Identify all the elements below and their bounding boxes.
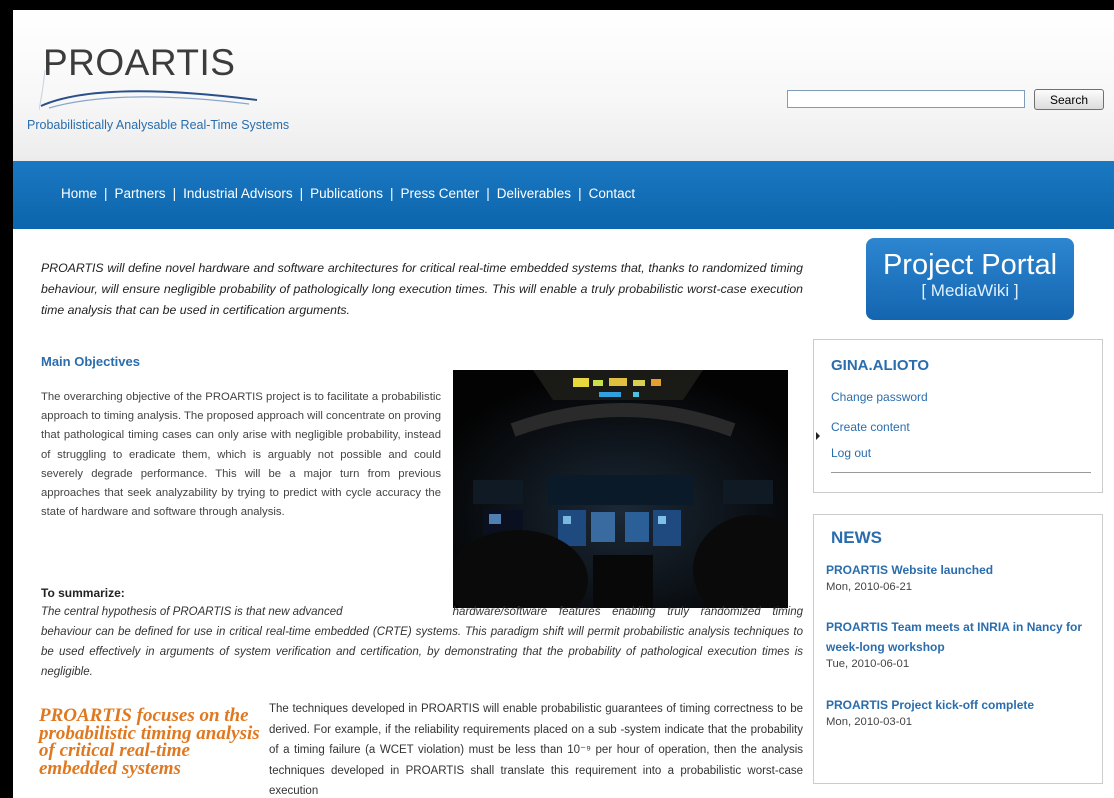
nav-press-center[interactable]: Press Center [400, 186, 479, 201]
change-password-link[interactable]: Change password [831, 390, 928, 404]
news-item-date: Tue, 2010-06-01 [826, 658, 910, 670]
nav-separator: | [578, 186, 582, 201]
site-header: PROARTIS Probabilistically Analysable Re… [13, 10, 1114, 161]
user-menu-box: GINA.ALIOTO Change password Create conte… [813, 339, 1103, 493]
user-name: GINA.ALIOTO [831, 357, 930, 374]
nav-deliverables[interactable]: Deliverables [497, 186, 571, 201]
news-item-link[interactable]: PROARTIS Website launched [826, 560, 1086, 580]
page: PROARTIS Probabilistically Analysable Re… [13, 10, 1114, 798]
portal-subtitle: [ MediaWiki ] [921, 281, 1019, 300]
summary-heading: To summarize: [41, 586, 125, 600]
cockpit-image [453, 370, 788, 608]
cockpit-photo [453, 370, 788, 608]
nav-separator: | [299, 186, 304, 201]
create-content-link[interactable]: Create content [831, 420, 910, 434]
bullet-arrow-icon [816, 432, 820, 440]
portal-title: Project Portal [882, 249, 1058, 281]
news-item: PROARTIS Project kick-off complete Mon, … [826, 695, 1086, 729]
objectives-text: The overarching objective of the PROARTI… [41, 391, 441, 519]
objectives-heading: Main Objectives [41, 354, 140, 369]
nav-separator: | [104, 186, 108, 201]
pull-quote: PROARTIS focuses on the probabilistic ti… [39, 705, 260, 779]
search-input[interactable] [787, 90, 1025, 108]
news-item: PROARTIS Website launched Mon, 2010-06-2… [826, 560, 1086, 594]
project-portal-button[interactable]: Project Portal [ MediaWiki ] [866, 238, 1074, 320]
news-item-date: Mon, 2010-06-21 [826, 581, 913, 593]
intro-text: PROARTIS will define novel hardware and … [41, 261, 803, 317]
news-item: PROARTIS Team meets at INRIA in Nancy fo… [826, 617, 1086, 671]
news-box: NEWS PROARTIS Website launched Mon, 2010… [813, 514, 1103, 784]
summary-text: The central hypothesis of PROARTIS is th… [41, 602, 803, 682]
nav-industrial-advisors[interactable]: Industrial Advisors [183, 186, 293, 201]
nav-separator: | [486, 186, 490, 201]
site-tagline: Probabilistically Analysable Real-Time S… [27, 118, 290, 132]
nav-separator: | [172, 186, 177, 201]
summary-line1: The central hypothesis of PROARTIS is th… [41, 606, 343, 618]
techniques-text: The techniques developed in PROARTIS wil… [269, 703, 803, 797]
nav-separator: | [389, 186, 394, 201]
news-item-link[interactable]: PROARTIS Project kick-off complete [826, 695, 1086, 715]
nav-list: Home | Partners | Industrial Advisors | Public… [61, 186, 635, 201]
main-content: PROARTIS will define novel hardware and … [13, 229, 813, 798]
news-title: NEWS [831, 528, 882, 547]
nav-publications[interactable]: Publications [310, 186, 383, 201]
site-logo[interactable]: PROARTIS [43, 42, 235, 84]
divider [831, 472, 1091, 473]
news-item-date: Mon, 2010-03-01 [826, 716, 913, 728]
nav-contact[interactable]: Contact [589, 186, 636, 201]
nav-partners[interactable]: Partners [115, 186, 166, 201]
nav-home[interactable]: Home [61, 186, 97, 201]
main-nav: Home | Partners | Industrial Advisors | Public… [13, 161, 1114, 229]
search-button[interactable]: Search [1034, 89, 1104, 110]
news-item-link[interactable]: PROARTIS Team meets at INRIA in Nancy fo… [826, 617, 1086, 657]
log-out-link[interactable]: Log out [831, 446, 871, 460]
